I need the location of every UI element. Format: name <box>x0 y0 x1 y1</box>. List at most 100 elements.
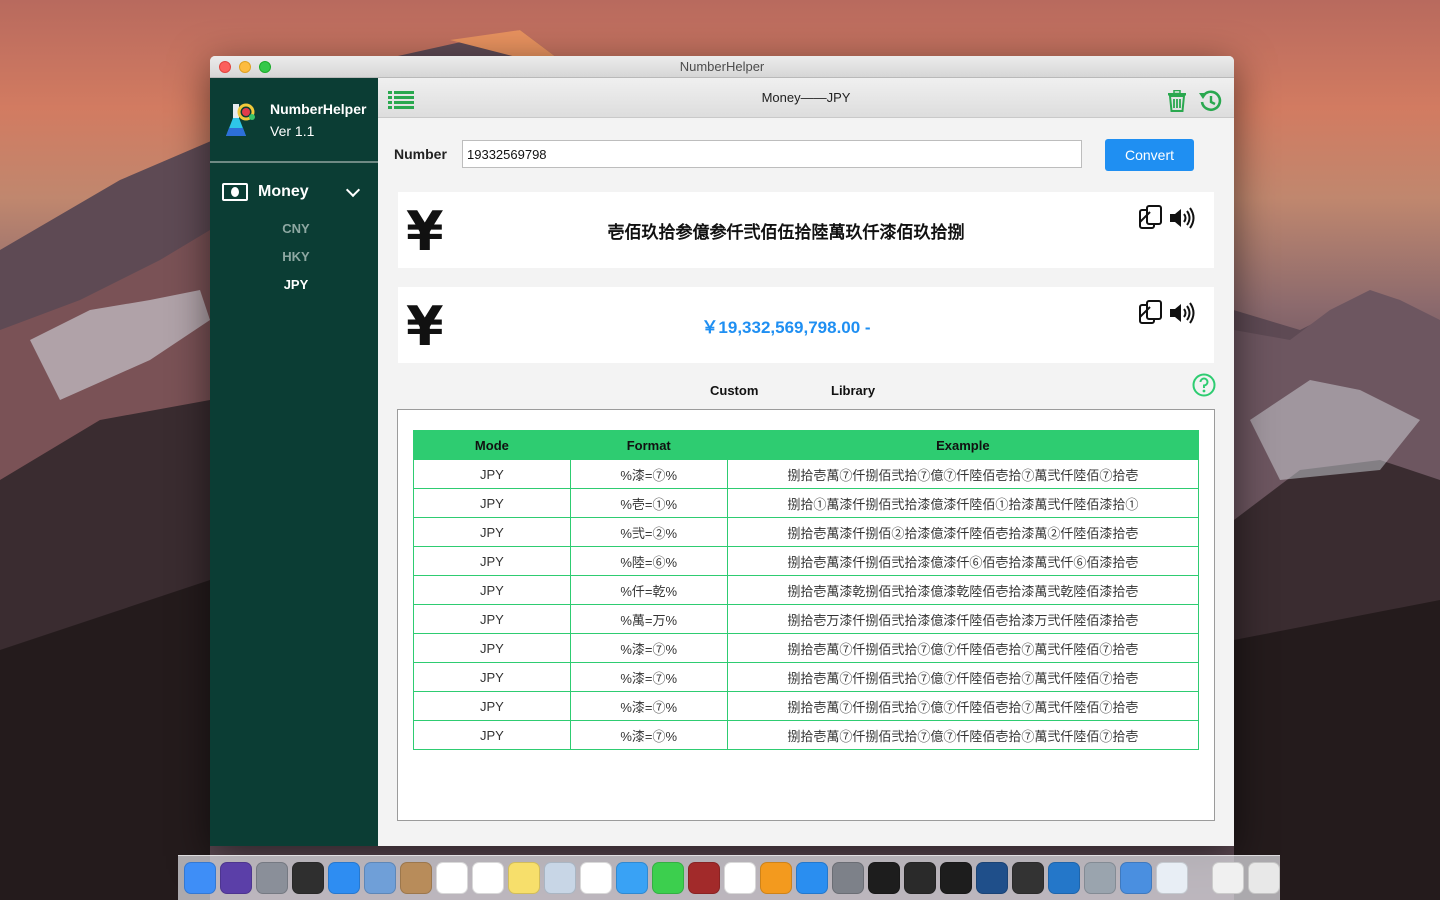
cell-example: 捌拾壱萬漆仟捌佰②拾漆億漆仟陸佰壱拾漆萬②仟陸佰漆拾壱 <box>726 517 1200 547</box>
table-row[interactable]: JPY %漆=⑦% 捌拾壱萬⑦仟捌佰弐拾⑦億⑦仟陸佰壱拾⑦萬弐仟陸佰⑦拾壱 <box>413 720 1200 750</box>
cell-mode: JPY <box>413 691 571 721</box>
finder-icon[interactable] <box>184 862 216 894</box>
copy-icon[interactable] <box>1138 299 1166 327</box>
help-icon[interactable] <box>1192 373 1216 397</box>
terminal-icon[interactable] <box>868 862 900 894</box>
table-row[interactable]: JPY %陸=⑥% 捌拾壱萬漆仟捌佰弐拾漆億漆仟⑥佰壱拾漆萬弐仟⑥佰漆拾壱 <box>413 546 1200 576</box>
list-icon[interactable] <box>388 91 414 110</box>
system-preferences-icon[interactable] <box>832 862 864 894</box>
cell-example: 捌拾壱萬⑦仟捌佰弐拾⑦億⑦仟陸佰壱拾⑦萬弐仟陸佰⑦拾壱 <box>726 459 1200 489</box>
sidebar-item-cny[interactable]: CNY <box>210 221 378 249</box>
table-row[interactable]: JPY %萬=万% 捌拾壱万漆仟捌佰弐拾漆億漆仟陸佰壱拾漆万弐仟陸佰漆拾壱 <box>413 604 1200 634</box>
sidebar-brand: NumberHelper Ver 1.1 <box>210 78 378 163</box>
notes-icon[interactable] <box>508 862 540 894</box>
siri-icon[interactable] <box>220 862 252 894</box>
numeric-result: ￥19,332,569,798.00 - <box>701 317 871 337</box>
console-icon[interactable] <box>904 862 936 894</box>
contacts-icon[interactable] <box>400 862 432 894</box>
app-logo-icon <box>224 98 260 142</box>
format-table-panel: Mode Format Example JPY %漆=⑦% 捌拾壱萬⑦仟捌佰弐拾⑦億… <box>397 409 1215 821</box>
banknote-icon <box>222 183 248 201</box>
copy-icon[interactable] <box>1138 204 1166 232</box>
image-capture-icon[interactable] <box>544 862 576 894</box>
numberhelper-icon[interactable] <box>1156 862 1188 894</box>
table-row[interactable]: JPY %漆=⑦% 捌拾壱萬⑦仟捌佰弐拾⑦億⑦仟陸佰壱拾⑦萬弐仟陸佰⑦拾壱 <box>413 459 1200 489</box>
cell-mode: JPY <box>413 517 571 547</box>
table-row[interactable]: JPY %弐=②% 捌拾壱萬漆仟捌佰②拾漆億漆仟陸佰壱拾漆萬②仟陸佰漆拾壱 <box>413 517 1200 547</box>
table-row[interactable]: JPY %漆=⑦% 捌拾壱萬⑦仟捌佰弐拾⑦億⑦仟陸佰壱拾⑦萬弐仟陸佰⑦拾壱 <box>413 633 1200 663</box>
itunes-icon[interactable] <box>724 862 756 894</box>
convert-button[interactable]: Convert <box>1105 139 1194 171</box>
xcode-icon[interactable] <box>1120 862 1152 894</box>
photos-icon[interactable] <box>580 862 612 894</box>
window-title: NumberHelper <box>679 59 765 74</box>
yen-icon: ¥ <box>406 200 444 263</box>
speaker-icon[interactable] <box>1168 204 1196 232</box>
cell-example: 捌拾壱萬漆仟捌佰弐拾漆億漆仟⑥佰壱拾漆萬弐仟⑥佰漆拾壱 <box>726 546 1200 576</box>
sidebar-item-jpy[interactable]: JPY <box>210 277 378 305</box>
cell-format: %弐=②% <box>569 517 728 547</box>
preview2-icon[interactable] <box>1084 862 1116 894</box>
history-icon[interactable] <box>1198 89 1222 113</box>
activity-monitor-icon[interactable] <box>940 862 972 894</box>
cell-format: %漆=⑦% <box>569 691 728 721</box>
calendar-icon[interactable] <box>436 862 468 894</box>
main-content: Money——JPY Number Convert ¥ 壱佰玖拾参億参仟弐佰伍拾 <box>378 78 1234 846</box>
messages-icon[interactable] <box>616 862 648 894</box>
cell-mode: JPY <box>413 604 571 634</box>
vscode-icon[interactable] <box>1048 862 1080 894</box>
speaker-icon[interactable] <box>1168 299 1196 327</box>
reminders-icon[interactable] <box>472 862 504 894</box>
ibooks-icon[interactable] <box>760 862 792 894</box>
tab-custom[interactable]: Custom <box>710 383 758 398</box>
column-header-mode: Mode <box>413 430 571 460</box>
toolbar: Money——JPY <box>378 78 1234 118</box>
sidebar-item-hky[interactable]: HKY <box>210 249 378 277</box>
table-row[interactable]: JPY %仟=乾% 捌拾壱萬漆乾捌佰弐拾漆億漆乾陸佰壱拾漆萬弐乾陸佰漆拾壱 <box>413 575 1200 605</box>
trash-icon[interactable] <box>1248 862 1280 894</box>
sidebar-section-money[interactable]: Money <box>210 163 378 201</box>
cell-mode: JPY <box>413 633 571 663</box>
cell-mode: JPY <box>413 459 571 489</box>
minimize-window-button[interactable] <box>239 61 251 73</box>
dvd-player-icon[interactable] <box>1012 862 1044 894</box>
documents-icon[interactable] <box>1212 862 1244 894</box>
toolbar-title: Money——JPY <box>761 90 851 105</box>
chevron-down-icon[interactable] <box>345 182 361 198</box>
cell-example: 捌拾壱万漆仟捌佰弐拾漆億漆仟陸佰壱拾漆万弐仟陸佰漆拾壱 <box>726 604 1200 634</box>
table-row[interactable]: JPY %漆=⑦% 捌拾壱萬⑦仟捌佰弐拾⑦億⑦仟陸佰壱拾⑦萬弐仟陸佰⑦拾壱 <box>413 662 1200 692</box>
sidebar: NumberHelper Ver 1.1 Money CNY HKY JPY <box>210 78 378 846</box>
table-row[interactable]: JPY %漆=⑦% 捌拾壱萬⑦仟捌佰弐拾⑦億⑦仟陸佰壱拾⑦萬弐仟陸佰⑦拾壱 <box>413 691 1200 721</box>
cell-example: 捌拾壱萬⑦仟捌佰弐拾⑦億⑦仟陸佰壱拾⑦萬弐仟陸佰⑦拾壱 <box>726 720 1200 750</box>
safari-icon[interactable] <box>328 862 360 894</box>
photo-booth-icon[interactable] <box>688 862 720 894</box>
zoom-window-button[interactable] <box>259 61 271 73</box>
column-header-example: Example <box>726 430 1200 460</box>
format-tabs: Custom Library <box>378 383 1234 403</box>
table-row[interactable]: JPY %壱=①% 捌拾①萬漆仟捌佰弐拾漆億漆仟陸佰①拾漆萬弐仟陸佰漆拾① <box>413 488 1200 518</box>
number-input[interactable] <box>462 140 1082 168</box>
launchpad-icon[interactable] <box>256 862 288 894</box>
tab-library[interactable]: Library <box>831 383 875 398</box>
cell-example: 捌拾壱萬⑦仟捌佰弐拾⑦億⑦仟陸佰壱拾⑦萬弐仟陸佰⑦拾壱 <box>726 691 1200 721</box>
yen-icon: ¥ <box>406 295 444 358</box>
cell-example: 捌拾壱萬⑦仟捌佰弐拾⑦億⑦仟陸佰壱拾⑦萬弐仟陸佰⑦拾壱 <box>726 662 1200 692</box>
window-titlebar: NumberHelper <box>210 56 1234 78</box>
facetime-icon[interactable] <box>652 862 684 894</box>
cell-format: %漆=⑦% <box>569 662 728 692</box>
close-window-button[interactable] <box>219 61 231 73</box>
cell-mode: JPY <box>413 575 571 605</box>
text-result: 壱佰玖拾参億参仟弐佰伍拾陸萬玖仟漆佰玖拾捌 <box>607 222 965 242</box>
cell-format: %仟=乾% <box>569 575 728 605</box>
sourcetree-icon[interactable] <box>976 862 1008 894</box>
cell-example: 捌拾壱萬⑦仟捌佰弐拾⑦億⑦仟陸佰壱拾⑦萬弐仟陸佰⑦拾壱 <box>726 633 1200 663</box>
mission-control-icon[interactable] <box>292 862 324 894</box>
app-version: Ver 1.1 <box>270 122 315 139</box>
app-store-icon[interactable] <box>796 862 828 894</box>
preview-icon[interactable] <box>364 862 396 894</box>
number-label: Number <box>394 146 447 162</box>
cell-format: %萬=万% <box>569 604 728 634</box>
cell-format: %漆=⑦% <box>569 633 728 663</box>
app-name: NumberHelper <box>270 100 367 117</box>
trash-icon[interactable] <box>1166 90 1188 112</box>
